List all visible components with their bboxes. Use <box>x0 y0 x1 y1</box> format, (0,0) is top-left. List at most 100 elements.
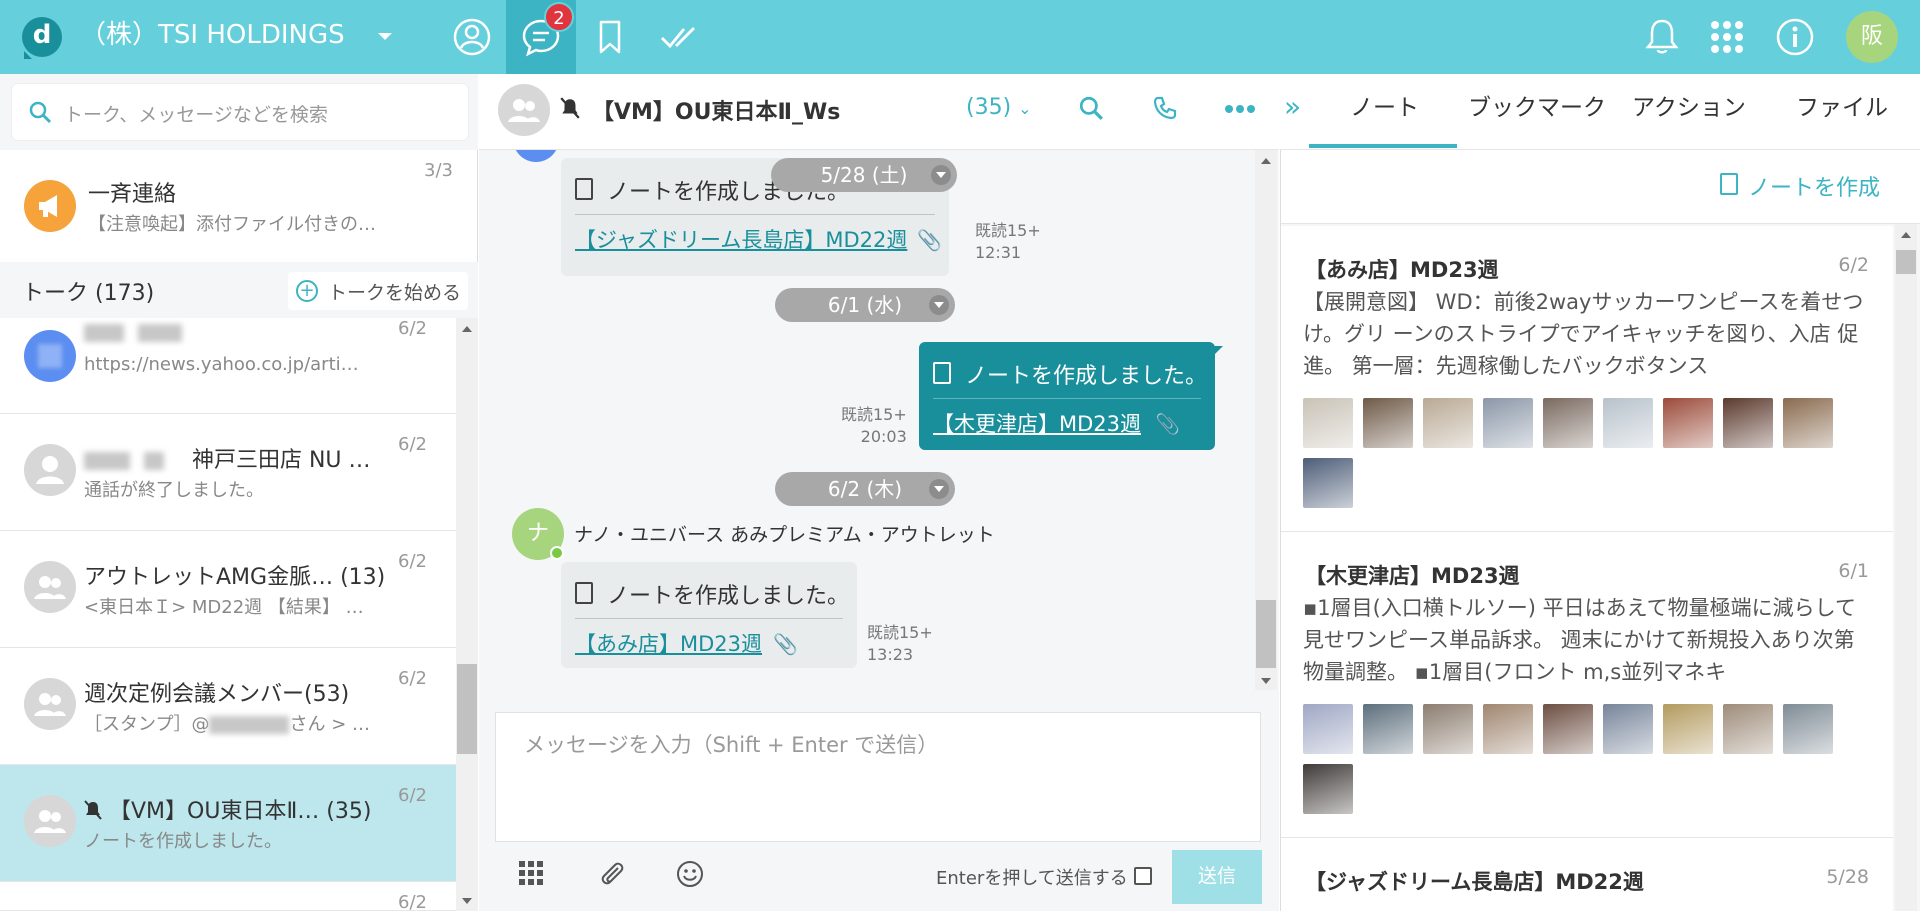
scroll-down-icon[interactable] <box>1261 678 1271 684</box>
chat-scrollbar-thumb[interactable] <box>1256 600 1276 668</box>
note-link[interactable]: 【木更津店】MD23週 <box>933 408 1141 438</box>
plus-circle-icon: + <box>296 280 318 302</box>
note-thumbnail[interactable] <box>1303 458 1353 508</box>
note-link[interactable]: 【あみ店】MD23週 <box>575 628 762 658</box>
conversation-item[interactable]: 神戸三田店 NU … 通話が終了しました。 6/2 <box>0 414 456 531</box>
note-thumbnail[interactable] <box>1663 704 1713 754</box>
note-icon <box>933 362 951 384</box>
announcement-title: 一斉連絡 <box>88 182 177 207</box>
phone-icon[interactable] <box>1152 95 1178 121</box>
actions-button[interactable] <box>644 0 714 74</box>
date-separator[interactable]: 5/28 (土) <box>771 158 957 192</box>
mute-bell-icon <box>84 800 102 820</box>
note-date: 5/28 <box>1826 866 1869 888</box>
note-icon <box>575 582 593 604</box>
chevron-down-icon[interactable] <box>378 33 392 40</box>
conversation-item[interactable]: アウトレットAMG金脈… (13) <東日本Ｉ> MD22週 【結果】 … 6/… <box>0 531 456 648</box>
organization-name[interactable]: （株）TSI HOLDINGS <box>80 17 345 53</box>
left-scrollbar-thumb[interactable] <box>457 664 477 754</box>
create-note-button[interactable]: ノートを作成 <box>1748 170 1880 202</box>
enter-to-send-checkbox[interactable] <box>1134 867 1152 885</box>
note-thumbnail[interactable] <box>1603 704 1653 754</box>
group-avatar <box>498 84 550 136</box>
tab-files[interactable]: ファイル <box>1796 88 1888 122</box>
note-thumbnail[interactable] <box>1303 398 1353 448</box>
search-input[interactable]: トーク、メッセージなどを検索 <box>12 84 468 140</box>
member-count-button[interactable]: (35) ⌄ <box>966 95 1032 120</box>
conversation-item[interactable]: 6/2 <box>0 882 456 911</box>
chevron-down-icon <box>929 479 949 499</box>
collapse-panel-icon[interactable]: » <box>1284 90 1301 123</box>
unread-badge: 2 <box>544 2 574 32</box>
avatar <box>24 330 76 382</box>
contacts-button[interactable] <box>437 0 507 74</box>
attach-file-icon[interactable] <box>598 860 626 888</box>
tab-bookmarks[interactable]: ブックマーク <box>1468 88 1606 122</box>
read-receipt: 既読15+ 13:23 <box>867 623 933 664</box>
notifications-button[interactable] <box>1627 0 1697 74</box>
note-thumbnail[interactable] <box>1723 398 1773 448</box>
tab-actions[interactable]: アクション <box>1632 88 1746 122</box>
apps-button[interactable] <box>1692 0 1762 74</box>
emoji-icon[interactable] <box>676 860 704 888</box>
note-thumbnail[interactable] <box>1543 704 1593 754</box>
note-thumbnail[interactable] <box>1303 704 1353 754</box>
note-thumbnail[interactable] <box>1723 704 1773 754</box>
note-card[interactable]: 【木更津店】MD23週 6/1 ▪1層目(入口横トルソー) 平日はあえて物量極端… <box>1281 532 1893 838</box>
note-thumbnail[interactable] <box>1483 704 1533 754</box>
scroll-down-icon[interactable] <box>462 898 472 904</box>
note-thumbnail[interactable] <box>1423 398 1473 448</box>
note-thumbnail[interactable] <box>1303 764 1353 814</box>
search-icon[interactable] <box>1078 95 1104 121</box>
note-thumbnail[interactable] <box>1363 704 1413 754</box>
note-link[interactable]: 【ジャズドリーム長島店】MD22週 <box>575 224 907 254</box>
user-avatar[interactable]: 阪 <box>1846 11 1898 63</box>
tab-notes[interactable]: ノート <box>1350 88 1419 122</box>
read-receipt: 既読15+ 12:31 <box>975 221 1041 262</box>
group-avatar <box>24 795 76 847</box>
conversation-date: 6/2 <box>398 892 427 911</box>
note-thumbnail[interactable] <box>1423 704 1473 754</box>
conversation-preview: https://news.yahoo.co.jp/arti… <box>84 354 359 375</box>
date-separator[interactable]: 6/1 (水) <box>775 288 955 322</box>
conversation-date: 6/2 <box>398 434 427 455</box>
date-separator[interactable]: 6/2 (木) <box>775 472 955 506</box>
left-scrollbar[interactable] <box>456 318 478 911</box>
note-thumbnail[interactable] <box>1483 398 1533 448</box>
avatar <box>24 444 76 496</box>
note-card[interactable]: 【ジャズドリーム長島店】MD22週 5/28 <box>1281 838 1893 911</box>
scroll-up-icon[interactable] <box>1901 232 1911 238</box>
my-message-bubble[interactable]: ノートを作成しました。 【木更津店】MD23週 📎 <box>919 342 1215 450</box>
megaphone-icon <box>24 180 76 232</box>
conversation-item-selected[interactable]: 【VM】OU東日本Ⅱ… (35) ノートを作成しました。 6/2 <box>0 765 456 882</box>
notes-scrollbar-thumb[interactable] <box>1896 250 1916 274</box>
message-input[interactable]: メッセージを入力（Shift + Enter で送信） <box>495 712 1261 842</box>
start-talk-button[interactable]: + トークを始める <box>288 272 468 310</box>
conversation-item[interactable]: https://news.yahoo.co.jp/arti… 6/2 <box>0 318 456 414</box>
apps-grid-icon <box>1711 21 1743 53</box>
scroll-up-icon[interactable] <box>462 326 472 332</box>
note-thumbnail[interactable] <box>1783 398 1833 448</box>
note-thumbnail[interactable] <box>1783 704 1833 754</box>
more-options-icon[interactable] <box>1224 104 1256 114</box>
note-card[interactable]: 【あみ店】MD23週 6/2 【展開意図】 WD：前後2wayサッカーワンピース… <box>1281 226 1893 532</box>
conversation-item[interactable]: 週次定例会議メンバー(53) ［スタンプ］@ さん > … 6/2 <box>0 648 456 765</box>
note-thumbnail[interactable] <box>1663 398 1713 448</box>
conversation-title: アウトレットAMG金脈… (13) <box>84 565 386 590</box>
send-button[interactable]: 送信 <box>1172 850 1262 904</box>
note-date: 6/1 <box>1838 560 1869 582</box>
bookmarks-button[interactable] <box>575 0 645 74</box>
conversation-preview: ノートを作成しました。 <box>84 831 282 852</box>
notes-scrollbar[interactable] <box>1895 224 1917 911</box>
conversation-title: 神戸三田店 NU … <box>84 442 371 474</box>
stamp-grid-icon[interactable] <box>518 860 544 886</box>
announcement-item[interactable]: 一斉連絡 【注意喚起】添付ファイル付きの… 3/3 <box>0 150 478 262</box>
message-bubble[interactable]: ノートを作成しました。 【あみ店】MD23週 📎 <box>561 562 857 668</box>
talk-button[interactable]: 2 <box>506 0 576 74</box>
note-thumbnail[interactable] <box>1603 398 1653 448</box>
app-logo[interactable]: d <box>22 17 62 59</box>
scroll-up-icon[interactable] <box>1261 158 1271 164</box>
info-button[interactable] <box>1760 0 1830 74</box>
note-thumbnail[interactable] <box>1543 398 1593 448</box>
note-thumbnail[interactable] <box>1363 398 1413 448</box>
